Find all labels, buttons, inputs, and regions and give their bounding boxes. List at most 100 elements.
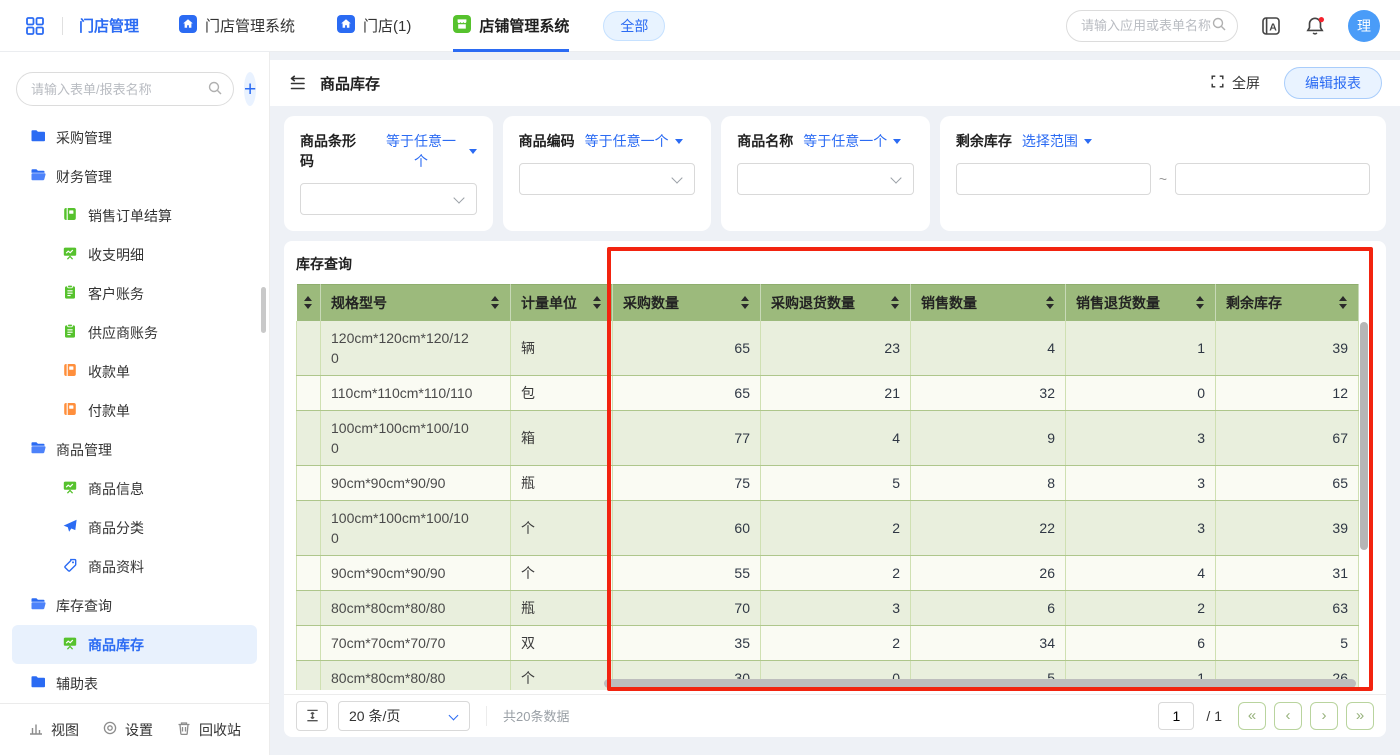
filter-remaining-stock: 剩余库存 选择范围 ~ <box>940 116 1386 231</box>
inventory-table: 规格型号 计量单位 采购数量 采购退货数量 销售数量 销售退货数量 剩余库存 <box>296 284 1359 690</box>
spec-cell: 100cm*100cm*100/100 <box>321 500 511 555</box>
global-search-input[interactable] <box>1081 18 1211 33</box>
sidebar-item-xiaoshou-dingdan-jiesuan[interactable]: 销售订单结算 <box>12 196 257 235</box>
recycle-bin-button[interactable]: 回收站 <box>176 720 241 740</box>
sidebar-item-shangpin-fenlei[interactable]: 商品分类 <box>12 508 257 547</box>
sidebar-item-fuzhubiao[interactable]: 辅助表 <box>12 664 257 703</box>
spec-cell: 110cm*110cm*110/110 <box>321 375 511 410</box>
fullscreen-button[interactable]: 全屏 <box>1210 73 1260 93</box>
sidebar-item-kehu-zhangwu[interactable]: 客户账务 <box>12 274 257 313</box>
topnav-right: A 理 <box>1066 10 1380 42</box>
table-row[interactable]: 120cm*120cm*120/120 辆 65 23 4 1 39 <box>297 321 1359 376</box>
vertical-scrollbar[interactable] <box>1360 322 1368 550</box>
workspace-name[interactable]: 门店管理 <box>79 15 139 36</box>
sales-return-qty-cell: 3 <box>1066 500 1216 555</box>
column-header-unit[interactable]: 计量单位 <box>511 285 613 321</box>
filter-operator-dropdown[interactable]: 等于任意一个 <box>585 131 683 151</box>
last-page-button[interactable]: » <box>1346 702 1374 730</box>
edit-report-button[interactable]: 编辑报表 <box>1284 67 1382 99</box>
page-size-select[interactable]: 20 条/页 <box>338 701 470 731</box>
range-max-input[interactable] <box>1175 163 1370 195</box>
purchase-return-qty-cell: 21 <box>761 375 911 410</box>
form-tree: 采购管理 财务管理 销售订单结算 收支明细 客户账务 供应商账务 <box>0 118 269 703</box>
add-button[interactable]: + <box>244 72 256 106</box>
table-row[interactable]: 80cm*80cm*80/80 瓶 70 3 6 2 63 <box>297 590 1359 625</box>
sales-return-qty-cell: 0 <box>1066 375 1216 410</box>
sidebar-item-caigou-guanli[interactable]: 采购管理 <box>12 118 257 157</box>
sidebar-item-shangpin-guanli[interactable]: 商品管理 <box>12 430 257 469</box>
clipboard-green-icon <box>62 284 78 303</box>
settings-button[interactable]: 设置 <box>102 720 153 740</box>
sidebar-item-kucun-chaxun[interactable]: 库存查询 <box>12 586 257 625</box>
column-header-spec[interactable]: 规格型号 <box>321 285 511 321</box>
table-row[interactable]: 110cm*110cm*110/110 包 65 21 32 0 12 <box>297 375 1359 410</box>
global-search[interactable] <box>1066 10 1238 42</box>
filter-operator-dropdown[interactable]: 选择范围 <box>1022 131 1092 151</box>
sidebar-item-label: 库存查询 <box>56 596 112 616</box>
sort-icon[interactable] <box>593 296 602 309</box>
sidebar-item-shoukuandan[interactable]: 收款单 <box>12 352 257 391</box>
form-search[interactable] <box>16 72 234 106</box>
sort-icon[interactable] <box>891 296 900 309</box>
apps-grid-icon[interactable] <box>24 15 46 37</box>
unit-cell: 瓶 <box>511 590 613 625</box>
table-row[interactable]: 100cm*100cm*100/100 箱 77 4 9 3 67 <box>297 410 1359 465</box>
prev-page-button[interactable]: ‹ <box>1274 702 1302 730</box>
sidebar-item-caiwu-guanli[interactable]: 财务管理 <box>12 157 257 196</box>
sidebar-scrollbar[interactable] <box>261 287 266 333</box>
tab-mendian-guanli-xitong[interactable]: 门店管理系统 <box>179 0 295 52</box>
sort-icon[interactable] <box>491 296 500 309</box>
filter-value-select[interactable] <box>300 183 477 215</box>
page-number-input[interactable] <box>1158 702 1194 730</box>
tab-mendian-1[interactable]: 门店(1) <box>337 0 411 52</box>
purchase-qty-cell: 65 <box>613 321 761 376</box>
range-min-input[interactable] <box>956 163 1151 195</box>
filter-value-select[interactable] <box>737 163 914 195</box>
column-header-sales-qty[interactable]: 销售数量 <box>911 285 1066 321</box>
caret-down-icon <box>893 139 901 144</box>
sidebar-item-fukuandan[interactable]: 付款单 <box>12 391 257 430</box>
report-titlebar: 商品库存 全屏 编辑报表 <box>270 60 1400 106</box>
views-button[interactable]: 视图 <box>28 720 79 740</box>
folder-open-icon <box>30 440 46 459</box>
column-header-remaining-stock[interactable]: 剩余库存 <box>1216 285 1359 321</box>
filter-label: 剩余库存 <box>956 131 1012 151</box>
column-header-clipped[interactable] <box>297 285 321 321</box>
sort-icon[interactable] <box>1046 296 1055 309</box>
sidebar-item-shouzhi-mingxi[interactable]: 收支明细 <box>12 235 257 274</box>
form-search-input[interactable] <box>31 82 207 97</box>
sidebar-item-gongyingshang-zhangwu[interactable]: 供应商账务 <box>12 313 257 352</box>
table-row[interactable]: 90cm*90cm*90/90 瓶 75 5 8 3 65 <box>297 465 1359 500</box>
sort-icon[interactable] <box>1339 296 1348 309</box>
sales-qty-cell: 22 <box>911 500 1066 555</box>
trash-icon <box>176 720 192 739</box>
table-title: 库存查询 <box>284 241 1386 284</box>
unit-cell: 包 <box>511 375 613 410</box>
tab-dianpu-guanli-xitong[interactable]: 店铺管理系统 <box>453 0 569 52</box>
column-header-sales-return-qty[interactable]: 销售退货数量 <box>1066 285 1216 321</box>
filter-operator-dropdown[interactable]: 等于任意一个 <box>379 131 476 171</box>
row-height-button[interactable] <box>296 701 328 731</box>
sidebar-item-shangpin-xinxi[interactable]: 商品信息 <box>12 469 257 508</box>
table-row[interactable]: 100cm*100cm*100/100 个 60 2 22 3 39 <box>297 500 1359 555</box>
translate-icon[interactable]: A <box>1260 15 1282 37</box>
horizontal-scrollbar[interactable] <box>604 679 1356 688</box>
sort-icon[interactable] <box>1196 296 1205 309</box>
bell-icon[interactable] <box>1304 15 1326 37</box>
sort-icon[interactable] <box>304 296 313 309</box>
filter-value-select[interactable] <box>519 163 696 195</box>
first-page-button[interactable]: « <box>1238 702 1266 730</box>
row-clipped-cell <box>297 625 321 660</box>
all-badge[interactable]: 全部 <box>603 11 665 41</box>
column-header-purchase-qty[interactable]: 采购数量 <box>613 285 761 321</box>
table-row[interactable]: 90cm*90cm*90/90 个 55 2 26 4 31 <box>297 555 1359 590</box>
next-page-button[interactable]: › <box>1310 702 1338 730</box>
sidebar-item-shangpin-kucun[interactable]: 商品库存 <box>12 625 257 664</box>
sort-icon[interactable] <box>741 296 750 309</box>
sidebar-item-shangpin-ziliao[interactable]: 商品资料 <box>12 547 257 586</box>
table-row[interactable]: 70cm*70cm*70/70 双 35 2 34 6 5 <box>297 625 1359 660</box>
avatar[interactable]: 理 <box>1348 10 1380 42</box>
filter-operator-dropdown[interactable]: 等于任意一个 <box>803 131 901 151</box>
column-header-purchase-return-qty[interactable]: 采购退货数量 <box>761 285 911 321</box>
collapse-sidebar-icon[interactable] <box>288 74 306 92</box>
